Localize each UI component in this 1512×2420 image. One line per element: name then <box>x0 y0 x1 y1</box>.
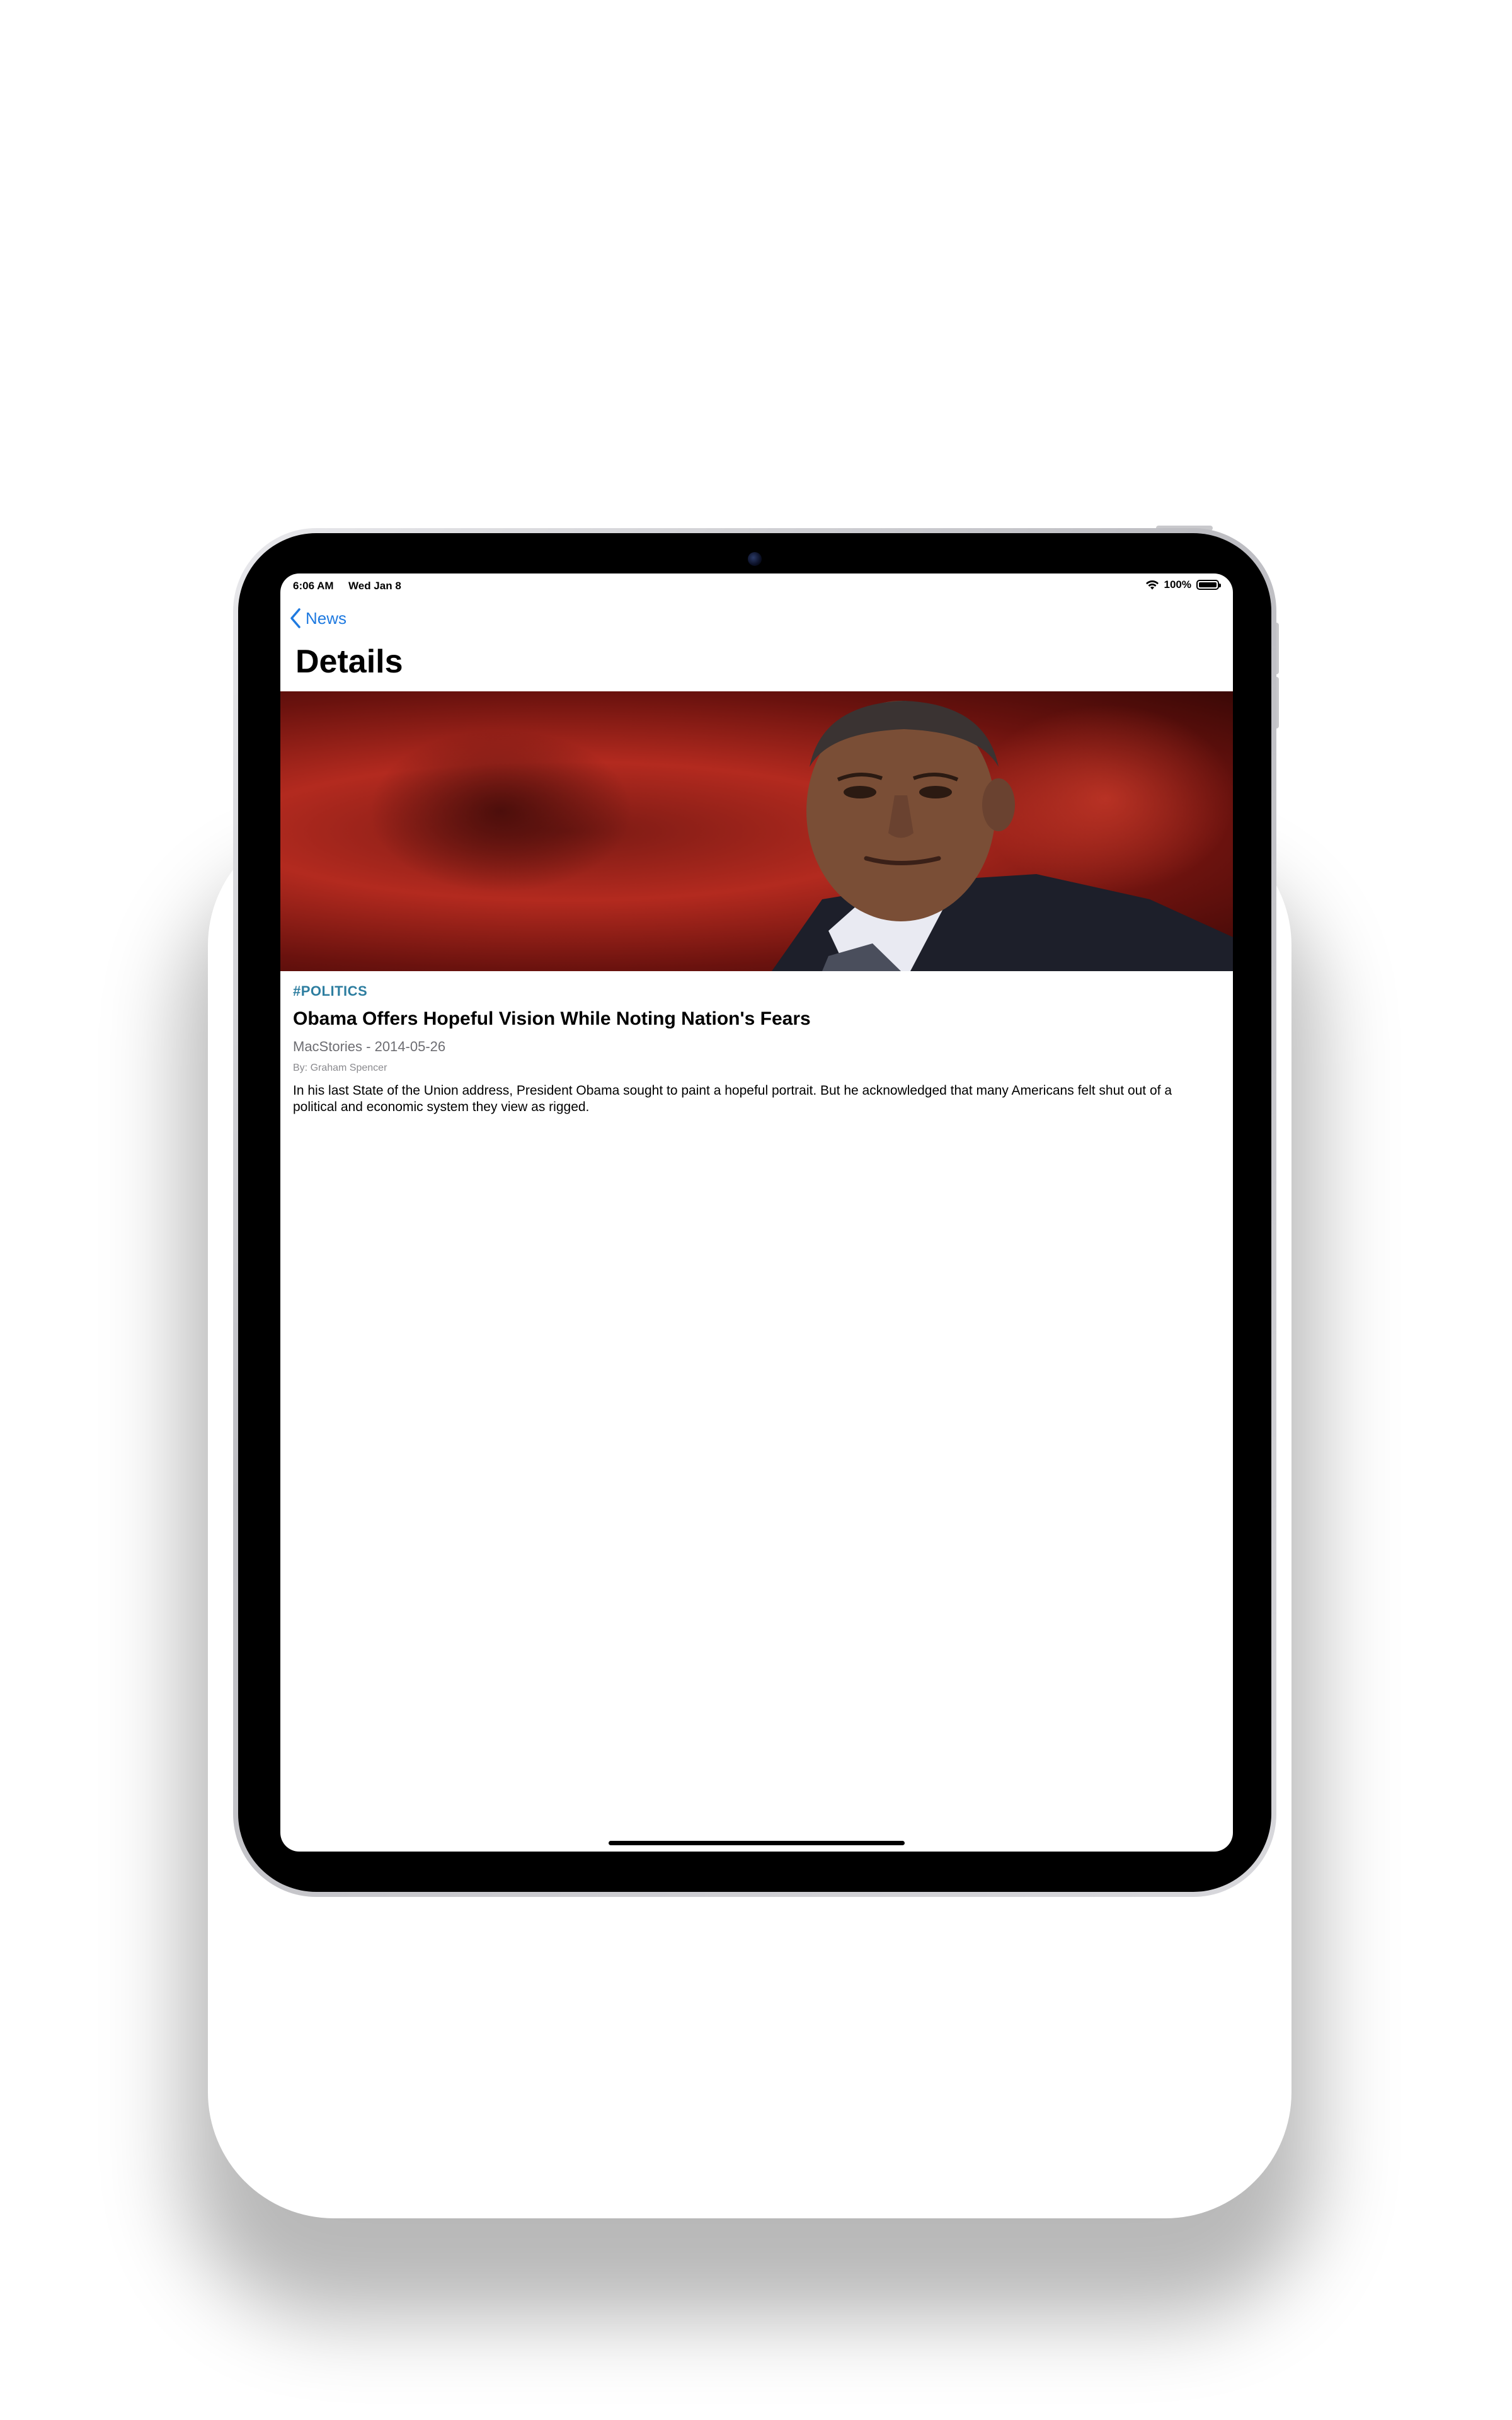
portrait-illustration <box>772 701 1233 971</box>
back-button[interactable]: News <box>289 608 346 629</box>
article-content: #POLITICS Obama Offers Hopeful Vision Wh… <box>293 983 1220 1115</box>
article-author: By: Graham Spencer <box>293 1063 387 1073</box>
article-body: In his last State of the Union address, … <box>293 1083 1172 1114</box>
battery-percentage: 100% <box>1164 579 1191 591</box>
home-indicator[interactable] <box>609 1841 905 1845</box>
battery-icon <box>1196 580 1221 590</box>
status-bar: 6:06 AM Wed Jan 8 100% <box>280 573 1233 601</box>
chevron-left-icon <box>290 608 301 628</box>
mockup-stage: 6:06 AM Wed Jan 8 100% News Details #POL… <box>0 0 1512 2420</box>
battery-level <box>1199 582 1217 587</box>
status-date: Wed Jan 8 <box>348 580 401 592</box>
article-headline: Obama Offers Hopeful Vision While Noting… <box>293 1008 811 1029</box>
article-hero-image <box>280 691 1233 971</box>
status-time: 6:06 AM <box>293 580 334 592</box>
app-screen: 6:06 AM Wed Jan 8 100% News Details #POL… <box>280 573 1233 1852</box>
page-title: Details <box>295 643 403 680</box>
ipad-device-frame: 6:06 AM Wed Jan 8 100% News Details #POL… <box>233 528 1276 1897</box>
wifi-icon <box>1145 580 1159 590</box>
status-indicators: 100% <box>1145 579 1221 591</box>
article-tag[interactable]: #POLITICS <box>293 983 1220 1000</box>
front-camera-icon <box>748 552 762 566</box>
device-bezel: 6:06 AM Wed Jan 8 100% News Details #POL… <box>238 533 1271 1892</box>
back-button-label: News <box>306 608 347 628</box>
article-source-date: MacStories - 2014-05-26 <box>293 1039 446 1054</box>
